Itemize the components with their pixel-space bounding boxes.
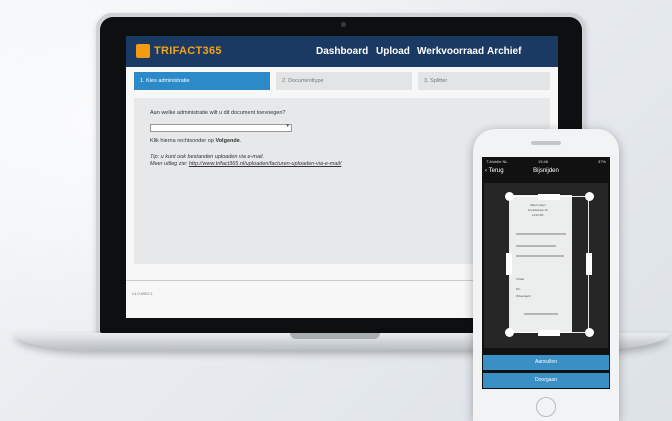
crop-handle-bottom-right[interactable] xyxy=(585,328,594,337)
phone-title: Bijsnijden xyxy=(533,168,559,174)
receipt-photo: Albert Heijn Hoofdstraat 12 1234 AB Tota… xyxy=(484,183,608,348)
step-documenttype[interactable]: 2. Documenttype xyxy=(276,72,412,90)
crop-handle-top-right[interactable] xyxy=(585,192,594,201)
home-button[interactable] xyxy=(536,397,556,417)
instruction-text: Klik hierna rechtsonder op xyxy=(150,138,216,144)
status-carrier: T-Mobile NL xyxy=(486,159,508,164)
form-instruction: Klik hierna rechtsonder op Volgende. xyxy=(150,138,241,144)
form-tip-more: Meer uitleg zie: http://www.trifact365.n… xyxy=(150,161,341,167)
nav-dashboard[interactable]: Dashboard xyxy=(316,46,368,57)
phone-status-bar: T-Mobile NL 19:46 37% xyxy=(482,157,610,166)
phone-screen: T-Mobile NL 19:46 37% ‹ Terug Bijsnijden… xyxy=(482,157,610,389)
doorgaan-button[interactable]: Doorgaan xyxy=(483,373,609,388)
step-splitter[interactable]: 3. Splitter xyxy=(418,72,550,90)
laptop-camera xyxy=(341,22,346,27)
administratie-select[interactable]: ▾ xyxy=(150,123,292,132)
app-logo[interactable]: TRIFACT365 xyxy=(154,45,222,57)
form-question: Aan welke administratie wilt u dit docum… xyxy=(150,110,286,116)
phone-nav-bar: ‹ Terug Bijsnijden xyxy=(482,166,610,180)
status-time: 19:46 xyxy=(538,159,549,164)
status-battery: 37% xyxy=(597,159,606,164)
aanvullen-button[interactable]: Aanvullen xyxy=(483,355,609,370)
nav-upload[interactable]: Upload xyxy=(376,46,410,57)
crop-handle-top[interactable] xyxy=(538,194,560,200)
app-header: TRIFACT365 Dashboard Upload Werkvoorraad… xyxy=(126,36,558,67)
chevron-down-icon: ▾ xyxy=(286,123,289,129)
tip-more-label: Meer uitleg zie: xyxy=(150,161,189,167)
logo-icon xyxy=(136,44,150,58)
instruction-end: . xyxy=(239,138,242,144)
footer-version: v1.0.8902.1 xyxy=(132,291,153,296)
wizard-steps: 1. Kies administratie 2. Documenttype 3.… xyxy=(134,72,550,90)
crop-frame xyxy=(509,196,589,333)
crop-handle-bottom[interactable] xyxy=(538,330,560,336)
step-kies-administratie[interactable]: 1. Kies administratie xyxy=(134,72,270,90)
form-tip: Tip: u kunt ook bestanden uploaden via e… xyxy=(150,154,264,160)
nav-werkvoorraad[interactable]: Werkvoorraad xyxy=(417,46,484,57)
crop-handle-left[interactable] xyxy=(506,253,512,275)
crop-handle-right[interactable] xyxy=(586,253,592,275)
phone-speaker xyxy=(531,141,561,145)
instruction-bold: Volgende xyxy=(215,138,240,144)
crop-handle-bottom-left[interactable] xyxy=(505,328,514,337)
crop-handle-top-left[interactable] xyxy=(505,192,514,201)
laptop-notch xyxy=(290,333,380,339)
tip-link[interactable]: http://www.trifact365.nl/uploaden/factur… xyxy=(189,161,342,167)
nav-archief[interactable]: Archief xyxy=(487,46,521,57)
